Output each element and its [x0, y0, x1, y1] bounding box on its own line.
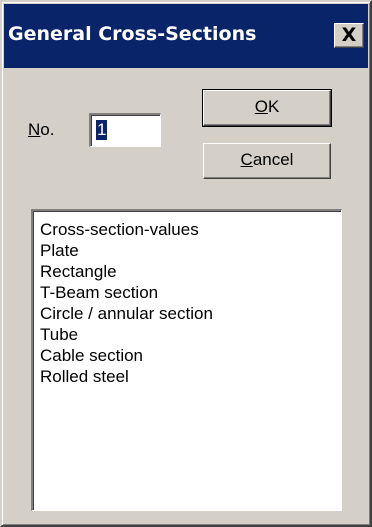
number-input[interactable]: 1 [89, 113, 161, 147]
list-item[interactable]: Cable section [40, 345, 341, 366]
list-item[interactable]: Tube [40, 324, 341, 345]
list-item[interactable]: Rectangle [40, 261, 341, 282]
list-item[interactable]: Plate [40, 240, 341, 261]
list-item[interactable]: Circle / annular section [40, 303, 341, 324]
number-label: No. [28, 120, 55, 139]
ok-button[interactable]: OK [202, 89, 332, 127]
dialog-title: General Cross-Sections [8, 23, 257, 45]
list-item[interactable]: Rolled steel [40, 366, 341, 387]
dialog-window: General Cross-Sections X No. 1 OK Cancel… [0, 0, 372, 527]
close-icon: X [341, 24, 357, 46]
number-input-value: 1 [96, 120, 108, 140]
cancel-button[interactable]: Cancel [203, 143, 331, 179]
close-button[interactable]: X [334, 23, 364, 48]
cross-section-type-list[interactable]: Cross-section-values Plate Rectangle T-B… [31, 209, 342, 511]
list-item[interactable]: Cross-section-values [40, 219, 341, 240]
list-item[interactable]: T-Beam section [40, 282, 341, 303]
title-bar[interactable]: General Cross-Sections X [4, 4, 368, 68]
